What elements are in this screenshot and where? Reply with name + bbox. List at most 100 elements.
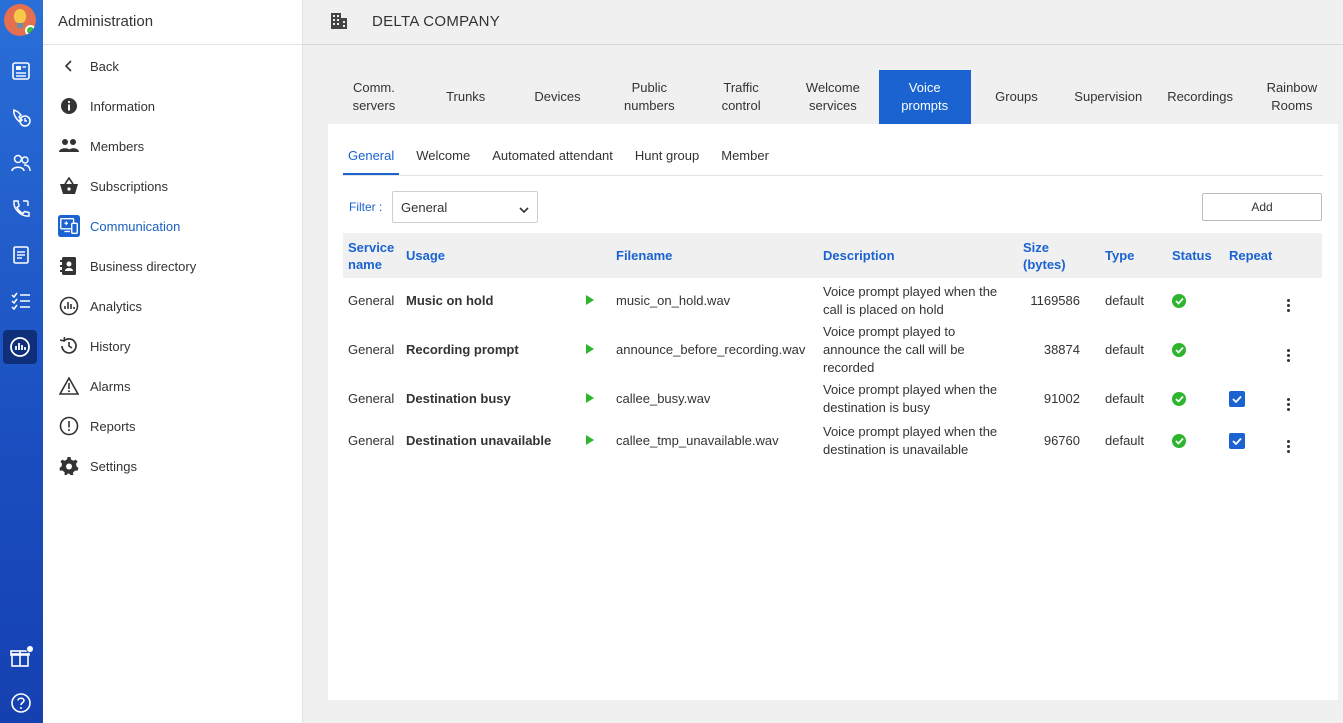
- subtab-general[interactable]: General: [343, 142, 400, 175]
- filter-value: General: [401, 200, 448, 215]
- company-name: DELTA COMPANY: [372, 13, 501, 30]
- tab-welcome-services[interactable]: Welcome services: [787, 70, 879, 124]
- cell-usage: Destination unavailable: [406, 433, 552, 448]
- more-options-icon[interactable]: [1287, 439, 1290, 453]
- cell-service: General: [348, 342, 395, 357]
- cell-description: Voice prompt played when the destination…: [823, 424, 998, 457]
- more-options-icon[interactable]: [1287, 397, 1290, 411]
- sidebar-title: Administration: [43, 0, 302, 45]
- play-icon[interactable]: [586, 294, 594, 305]
- play-icon[interactable]: [586, 393, 594, 403]
- status-ok-icon: [1172, 392, 1186, 406]
- phone-icon[interactable]: [6, 194, 36, 224]
- tab-traffic-control[interactable]: Traffic control: [695, 70, 787, 124]
- avatar[interactable]: [4, 4, 36, 36]
- tab-bar: Comm. servers Trunks Devices Public numb…: [328, 70, 1338, 124]
- cell-usage: Recording prompt: [406, 342, 519, 357]
- voice-prompts-table: Service name Usage Filename Description …: [343, 233, 1322, 461]
- table-row: General Destination unavailable callee_t…: [343, 421, 1322, 461]
- history-icon: [58, 335, 80, 357]
- table-row: General Recording prompt announce_before…: [343, 323, 1322, 377]
- admin-dashboard-icon[interactable]: [3, 330, 37, 364]
- sidebar-item-label: Information: [90, 98, 156, 114]
- cell-type: default: [1105, 433, 1145, 448]
- status-ok-icon: [1172, 343, 1186, 357]
- cell-size: 38874: [1043, 342, 1080, 357]
- admin-sidebar: Administration Back Information Members …: [43, 0, 303, 723]
- more-options-icon[interactable]: [1287, 348, 1290, 362]
- tab-devices[interactable]: Devices: [512, 70, 604, 124]
- sidebar-item-label: Communication: [90, 218, 181, 234]
- building-icon: [330, 12, 348, 35]
- subtab-automated-attendant[interactable]: Automated attendant: [487, 142, 618, 175]
- gift-icon[interactable]: [6, 642, 36, 672]
- repeat-checkbox[interactable]: [1229, 433, 1245, 449]
- col-status[interactable]: Status: [1167, 233, 1224, 278]
- more-options-icon[interactable]: [1287, 299, 1290, 312]
- cell-type: default: [1105, 292, 1145, 308]
- col-usage[interactable]: Usage: [401, 233, 581, 278]
- sidebar-item-settings[interactable]: Settings: [58, 453, 137, 479]
- col-service-name[interactable]: Service name: [343, 233, 401, 278]
- subtab-welcome[interactable]: Welcome: [411, 142, 475, 175]
- cell-size: 91002: [1043, 391, 1080, 406]
- sidebar-item-label: Reports: [90, 418, 136, 434]
- sidebar-item-subscriptions[interactable]: Subscriptions: [58, 173, 168, 199]
- tab-recordings[interactable]: Recordings: [1154, 70, 1246, 124]
- col-filename[interactable]: Filename: [611, 233, 818, 278]
- sidebar-item-analytics[interactable]: Analytics: [58, 293, 142, 319]
- calls-history-icon[interactable]: [6, 102, 36, 132]
- sidebar-item-label: Settings: [90, 458, 137, 474]
- news-icon[interactable]: [6, 56, 36, 86]
- sidebar-item-business-directory[interactable]: Business directory: [58, 253, 196, 279]
- chevron-down-icon: [519, 202, 529, 217]
- tab-comm-servers[interactable]: Comm. servers: [328, 70, 420, 124]
- checklist-icon[interactable]: [6, 286, 36, 316]
- directory-icon: [58, 255, 80, 277]
- status-ok-icon: [1172, 293, 1186, 308]
- cell-usage: Destination busy: [406, 391, 511, 406]
- cell-description: Voice prompt played to announce the call…: [823, 324, 965, 375]
- people-icon: [58, 135, 80, 157]
- cell-service: General: [348, 292, 395, 308]
- sidebar-item-reports[interactable]: Reports: [58, 413, 136, 439]
- cell-description: Voice prompt played when the call is pla…: [823, 283, 998, 317]
- tab-groups[interactable]: Groups: [971, 70, 1063, 124]
- sidebar-item-alarms[interactable]: Alarms: [58, 373, 130, 399]
- repeat-checkbox[interactable]: [1229, 391, 1245, 407]
- cell-service: General: [348, 391, 395, 406]
- play-icon[interactable]: [586, 435, 594, 445]
- play-icon[interactable]: [586, 344, 594, 354]
- sidebar-item-information[interactable]: Information: [58, 93, 155, 119]
- contacts-icon[interactable]: [6, 148, 36, 178]
- sidebar-item-history[interactable]: History: [58, 333, 130, 359]
- tab-rainbow-rooms[interactable]: Rainbow Rooms: [1246, 70, 1338, 124]
- tab-trunks[interactable]: Trunks: [420, 70, 512, 124]
- col-type[interactable]: Type: [1100, 233, 1167, 278]
- cell-filename: announce_before_recording.wav: [616, 342, 806, 357]
- filter-select[interactable]: General: [392, 191, 538, 223]
- cell-type: default: [1105, 342, 1145, 357]
- col-description[interactable]: Description: [818, 233, 1018, 278]
- cell-usage: Music on hold: [406, 292, 494, 308]
- col-size[interactable]: Size (bytes): [1018, 233, 1100, 278]
- cell-description: Voice prompt played when the destination…: [823, 382, 998, 415]
- sidebar-item-label: Subscriptions: [90, 178, 169, 194]
- chevron-left-icon: [58, 55, 80, 77]
- col-repeat[interactable]: Repeat: [1224, 233, 1282, 278]
- add-button[interactable]: Add: [1202, 193, 1322, 221]
- help-icon[interactable]: [6, 688, 36, 718]
- sidebar-item-members[interactable]: Members: [58, 133, 144, 159]
- tab-voice-prompts[interactable]: Voice prompts: [878, 70, 971, 124]
- sidebar-item-label: Analytics: [90, 298, 143, 314]
- tab-public-numbers[interactable]: Public numbers: [603, 70, 695, 124]
- table-row: General Destination busy callee_busy.wav…: [343, 377, 1322, 421]
- cell-size: 96760: [1043, 433, 1080, 448]
- sidebar-item-communication[interactable]: Communication: [58, 213, 180, 239]
- sidebar-item-back[interactable]: Back: [58, 53, 119, 79]
- document-icon[interactable]: [6, 240, 36, 270]
- subtab-member[interactable]: Member: [716, 142, 774, 175]
- subtab-hunt-group[interactable]: Hunt group: [630, 142, 704, 175]
- table-header-row: Service name Usage Filename Description …: [343, 233, 1322, 278]
- tab-supervision[interactable]: Supervision: [1062, 70, 1154, 124]
